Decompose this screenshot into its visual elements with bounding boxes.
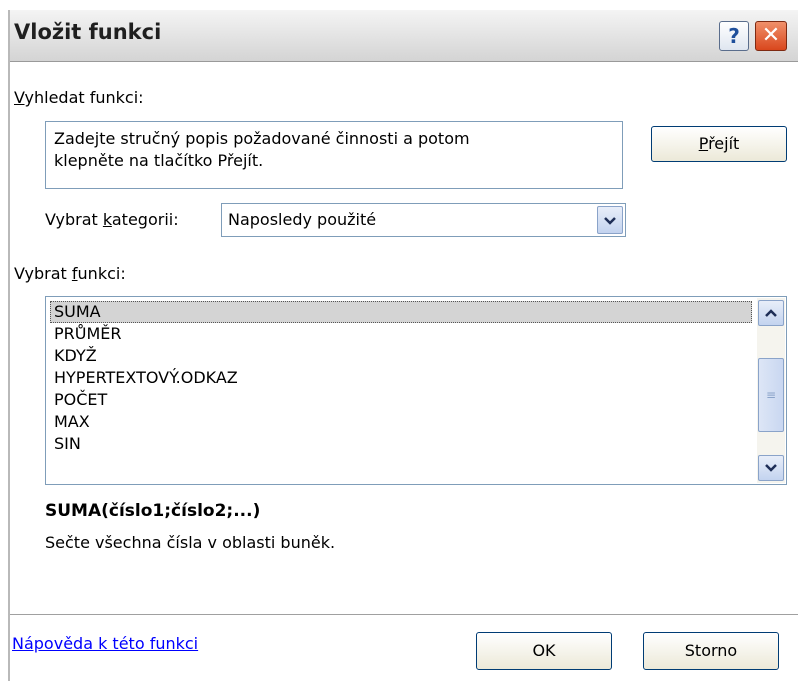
help-button[interactable]: ? — [719, 21, 749, 51]
chevron-up-icon[interactable] — [758, 300, 784, 326]
category-label: Vybrat kategorii: — [45, 210, 179, 229]
function-listbox[interactable]: SUMA PRŮMĚR KDYŽ HYPERTEXTOVÝ.ODKAZ POČE… — [45, 296, 787, 485]
function-description: Sečte všechna čísla v oblasti buněk. — [45, 533, 336, 552]
close-button[interactable]: ✕ — [755, 21, 787, 51]
list-item[interactable]: SIN — [50, 433, 752, 455]
list-item[interactable]: MAX — [50, 411, 752, 433]
chevron-down-icon[interactable] — [758, 455, 784, 481]
search-input[interactable]: Zadejte stručný popis požadované činnost… — [45, 121, 623, 189]
chevron-down-icon[interactable] — [597, 206, 623, 234]
list-item[interactable]: PRŮMĚR — [50, 323, 752, 345]
category-selected-value: Naposledy použité — [228, 210, 377, 229]
close-icon: ✕ — [761, 23, 781, 48]
go-button[interactable]: Přejít — [651, 126, 787, 162]
list-item[interactable]: HYPERTEXTOVÝ.ODKAZ — [50, 367, 752, 389]
title-bar: Vložit funkci ? ✕ — [10, 10, 798, 62]
dialog-title: Vložit funkci — [14, 20, 162, 44]
ok-button[interactable]: OK — [476, 632, 612, 670]
search-function-label: Vyhledat funkci: — [14, 88, 144, 107]
category-select[interactable]: Naposledy použité — [221, 203, 626, 237]
list-item[interactable]: KDYŽ — [50, 345, 752, 367]
cancel-button[interactable]: Storno — [643, 632, 779, 670]
scrollbar-thumb[interactable]: ≡ — [758, 358, 784, 432]
function-signature: SUMA(číslo1;číslo2;...) — [45, 501, 261, 521]
list-item[interactable]: SUMA — [50, 301, 752, 323]
function-help-link[interactable]: Nápověda k této funkci — [12, 634, 198, 653]
insert-function-dialog: Vložit funkci ? ✕ Vyhledat funkci: Zadej… — [8, 10, 798, 681]
list-scrollbar[interactable]: ≡ — [757, 298, 785, 483]
function-list: SUMA PRŮMĚR KDYŽ HYPERTEXTOVÝ.ODKAZ POČE… — [50, 301, 752, 455]
separator — [10, 614, 798, 615]
function-list-label: Vybrat funkci: — [14, 264, 126, 283]
list-item[interactable]: POČET — [50, 389, 752, 411]
